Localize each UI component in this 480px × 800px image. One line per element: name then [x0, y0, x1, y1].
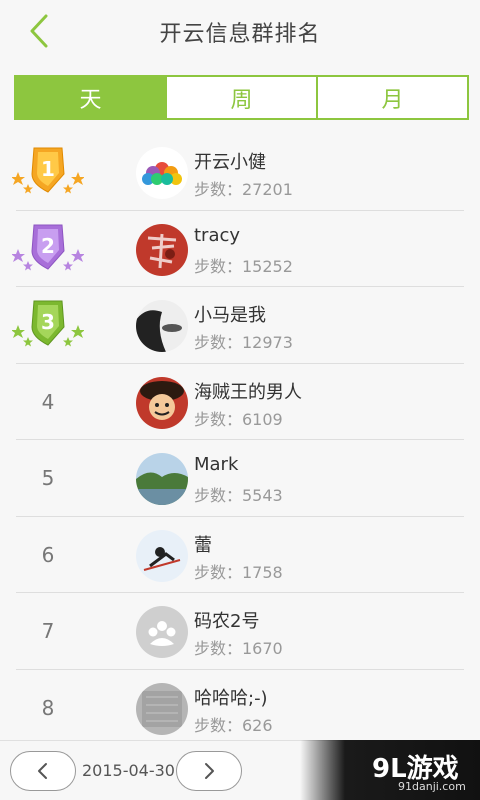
- rank-number: 8: [41, 695, 55, 720]
- rank-number: 4: [41, 389, 55, 414]
- calligraphy-avatar-icon: [136, 223, 188, 276]
- user-name: 码农2号: [194, 611, 260, 632]
- rank-number: 5: [41, 466, 55, 490]
- rank-number: 7: [41, 619, 55, 643]
- prev-day-button[interactable]: [10, 751, 76, 791]
- user-name: 小马是我: [194, 305, 266, 326]
- tab-week[interactable]: 周: [167, 77, 318, 118]
- step-count: 步数：1670: [194, 639, 283, 658]
- user-name: 海贼王的男人: [194, 381, 302, 403]
- anime-avatar-icon: [136, 376, 188, 429]
- landscape-avatar-icon: [136, 453, 188, 505]
- step-count: 步数：27201: [194, 180, 293, 199]
- page-title: 开云信息群排名: [159, 22, 321, 47]
- gold-medal-icon: 1: [12, 147, 84, 194]
- step-count: 步数：626: [194, 715, 273, 735]
- avatar[interactable]: [136, 606, 188, 658]
- list-item[interactable]: 8 哈哈哈;-) 步数：626: [16, 670, 464, 746]
- avatar[interactable]: [136, 682, 188, 735]
- list-item[interactable]: 3 小马是我 步数：12973: [12, 287, 464, 364]
- next-day-button[interactable]: [176, 751, 242, 791]
- silver-medal-icon: 2: [12, 224, 84, 270]
- avatar[interactable]: [136, 223, 188, 276]
- avatar[interactable]: [136, 376, 188, 429]
- list-item[interactable]: 7 码农2号 步数：1670: [16, 593, 464, 670]
- watermark-url: 91danji.com: [398, 780, 466, 793]
- list-item[interactable]: 5 Mark 步数：5543: [16, 440, 464, 517]
- step-count: 步数：6109: [194, 409, 283, 429]
- avatar[interactable]: [136, 300, 188, 352]
- step-count: 步数：1758: [194, 562, 283, 582]
- user-name: 蕾: [194, 534, 212, 556]
- tab-month[interactable]: 月: [318, 77, 467, 118]
- medal-rank-label: 3: [41, 310, 55, 334]
- skier-avatar-icon: [136, 529, 188, 582]
- chevron-right-icon: [205, 763, 214, 779]
- medal-rank-label: 1: [41, 157, 55, 181]
- paw-placeholder-icon: [136, 606, 188, 658]
- step-count: 步数：5543: [194, 486, 283, 505]
- user-name: tracy: [194, 224, 241, 246]
- portrait-avatar-icon: [136, 300, 188, 352]
- texture-avatar-icon: [136, 682, 188, 735]
- avatar[interactable]: [136, 147, 188, 199]
- avatar[interactable]: [136, 529, 188, 582]
- period-tabs: 天 周 月: [14, 75, 469, 120]
- current-date: 2015-04-30: [82, 761, 175, 780]
- list-item[interactable]: 6 蕾 步数：1758: [16, 517, 464, 593]
- chevron-left-icon: [38, 763, 47, 779]
- list-item[interactable]: 1 开云小健 步数：27201: [12, 134, 464, 211]
- step-count: 步数：12973: [194, 333, 293, 352]
- header-bar: 开云信息群排名: [0, 0, 480, 62]
- list-item[interactable]: 4 海贼王的男人 步数：6109: [16, 364, 464, 440]
- bronze-medal-icon: 3: [12, 300, 84, 347]
- user-name: 哈哈哈;-): [194, 687, 268, 709]
- step-count: 步数：15252: [194, 256, 293, 276]
- avatar[interactable]: [136, 453, 188, 505]
- flower-logo-icon: [136, 147, 188, 199]
- tab-day[interactable]: 天: [16, 77, 167, 118]
- user-name: Mark: [194, 454, 239, 475]
- rank-number: 6: [41, 542, 55, 567]
- medal-rank-label: 2: [41, 234, 55, 258]
- ranking-list: 1 开云小健 步数：27201 2 tracy 步数：15252 3 小马是我 …: [0, 134, 480, 746]
- user-name: 开云小健: [194, 152, 266, 173]
- list-item[interactable]: 2 tracy 步数：15252: [12, 211, 464, 287]
